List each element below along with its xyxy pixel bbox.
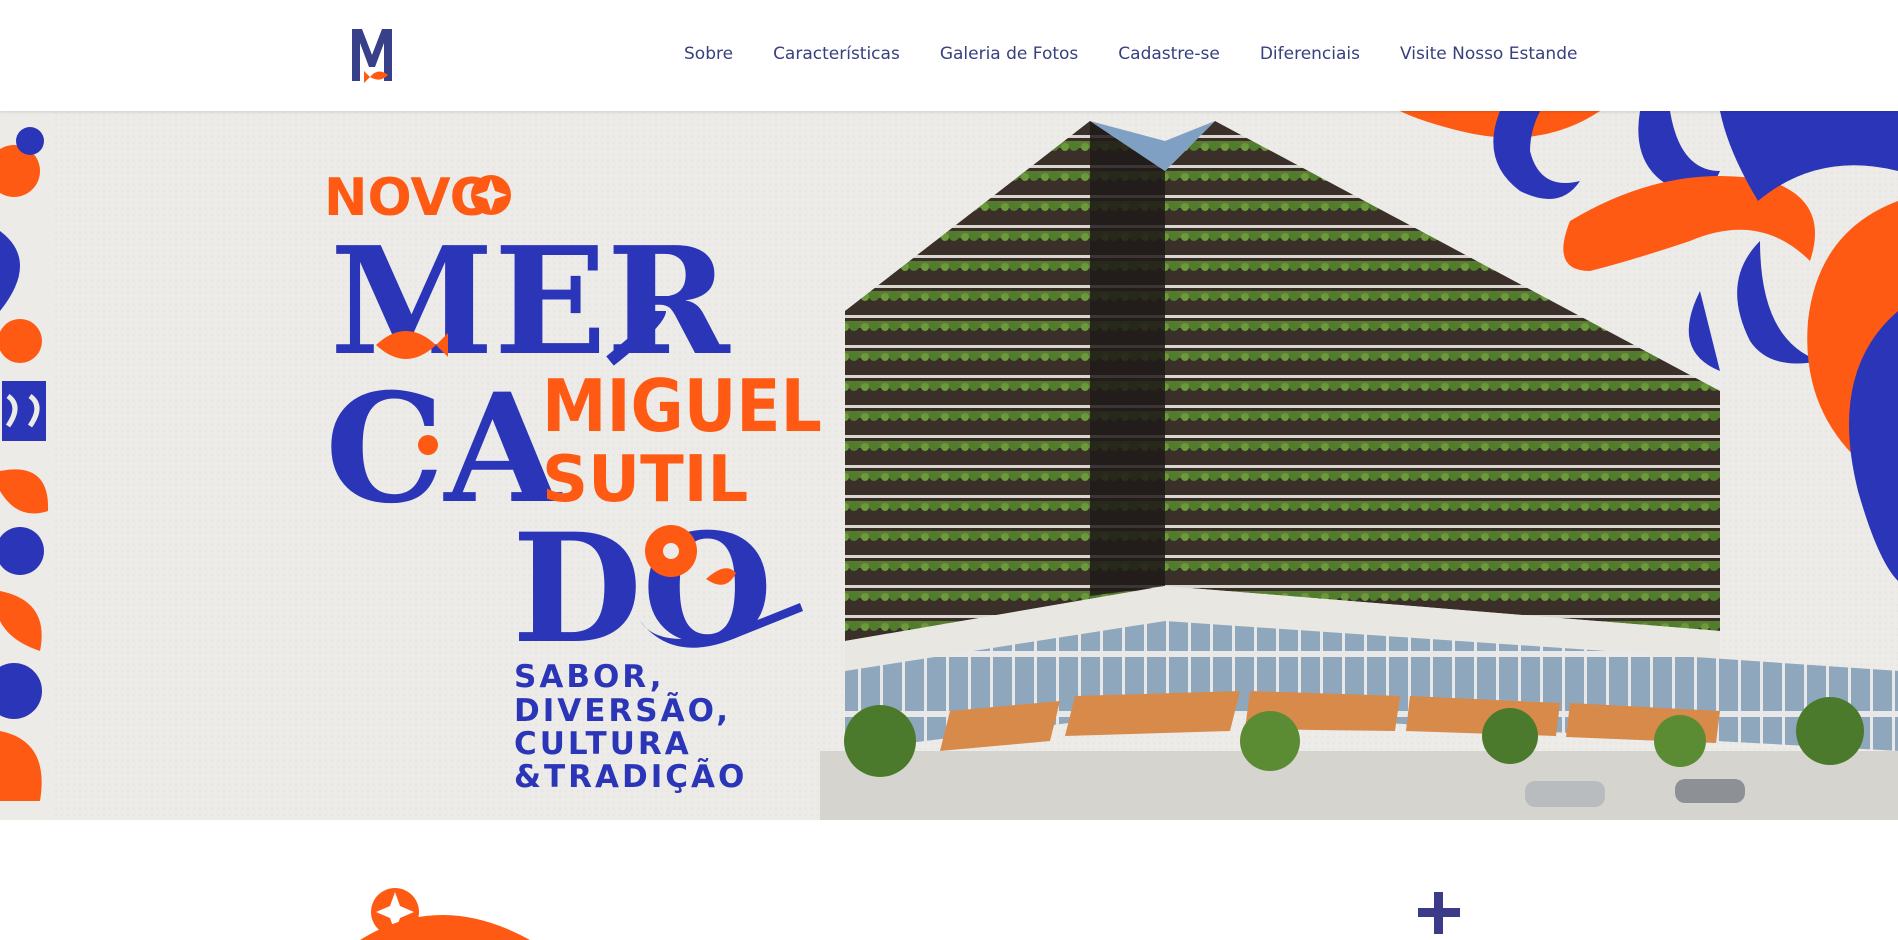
- nav-link-sobre[interactable]: Sobre: [684, 44, 733, 64]
- hero-banner: NOVO MER CA MIGUEL SUTIL DO SABOR, DIVER…: [0, 111, 1898, 820]
- hero-tagline-line4: &TRADIÇÃO: [514, 758, 747, 795]
- next-section: [0, 820, 1898, 940]
- nav-link-caracteristicas[interactable]: Características: [773, 44, 900, 64]
- hero-illustration: NOVO MER CA MIGUEL SUTIL DO SABOR, DIVER…: [0, 111, 1898, 820]
- plus-icon[interactable]: [1418, 892, 1460, 934]
- hero-tagline-line2: DIVERSÃO,: [514, 692, 731, 729]
- flower-plate-icon: [645, 525, 697, 577]
- nav-link-galeria[interactable]: Galeria de Fotos: [940, 44, 1078, 64]
- nav-link-estande[interactable]: Visite Nosso Estande: [1400, 44, 1577, 64]
- hero-tagline-line1: SABOR,: [514, 659, 665, 695]
- mercado-logo-icon[interactable]: [348, 27, 396, 85]
- hero-do: DO: [512, 501, 773, 677]
- nav-link-diferenciais[interactable]: Diferenciais: [1260, 44, 1360, 64]
- next-section-graphics: [360, 888, 1460, 940]
- hero-miguel: MIGUEL: [542, 364, 822, 448]
- nav-link-cadastre[interactable]: Cadastre-se: [1118, 44, 1220, 64]
- hero-tagline-line3: CULTURA: [514, 726, 692, 762]
- star-badge-icon: [471, 175, 511, 215]
- site-header: Sobre Características Galeria de Fotos C…: [0, 0, 1898, 111]
- main-nav: Sobre Características Galeria de Fotos C…: [684, 44, 1617, 64]
- left-tile-ornament: [0, 111, 52, 820]
